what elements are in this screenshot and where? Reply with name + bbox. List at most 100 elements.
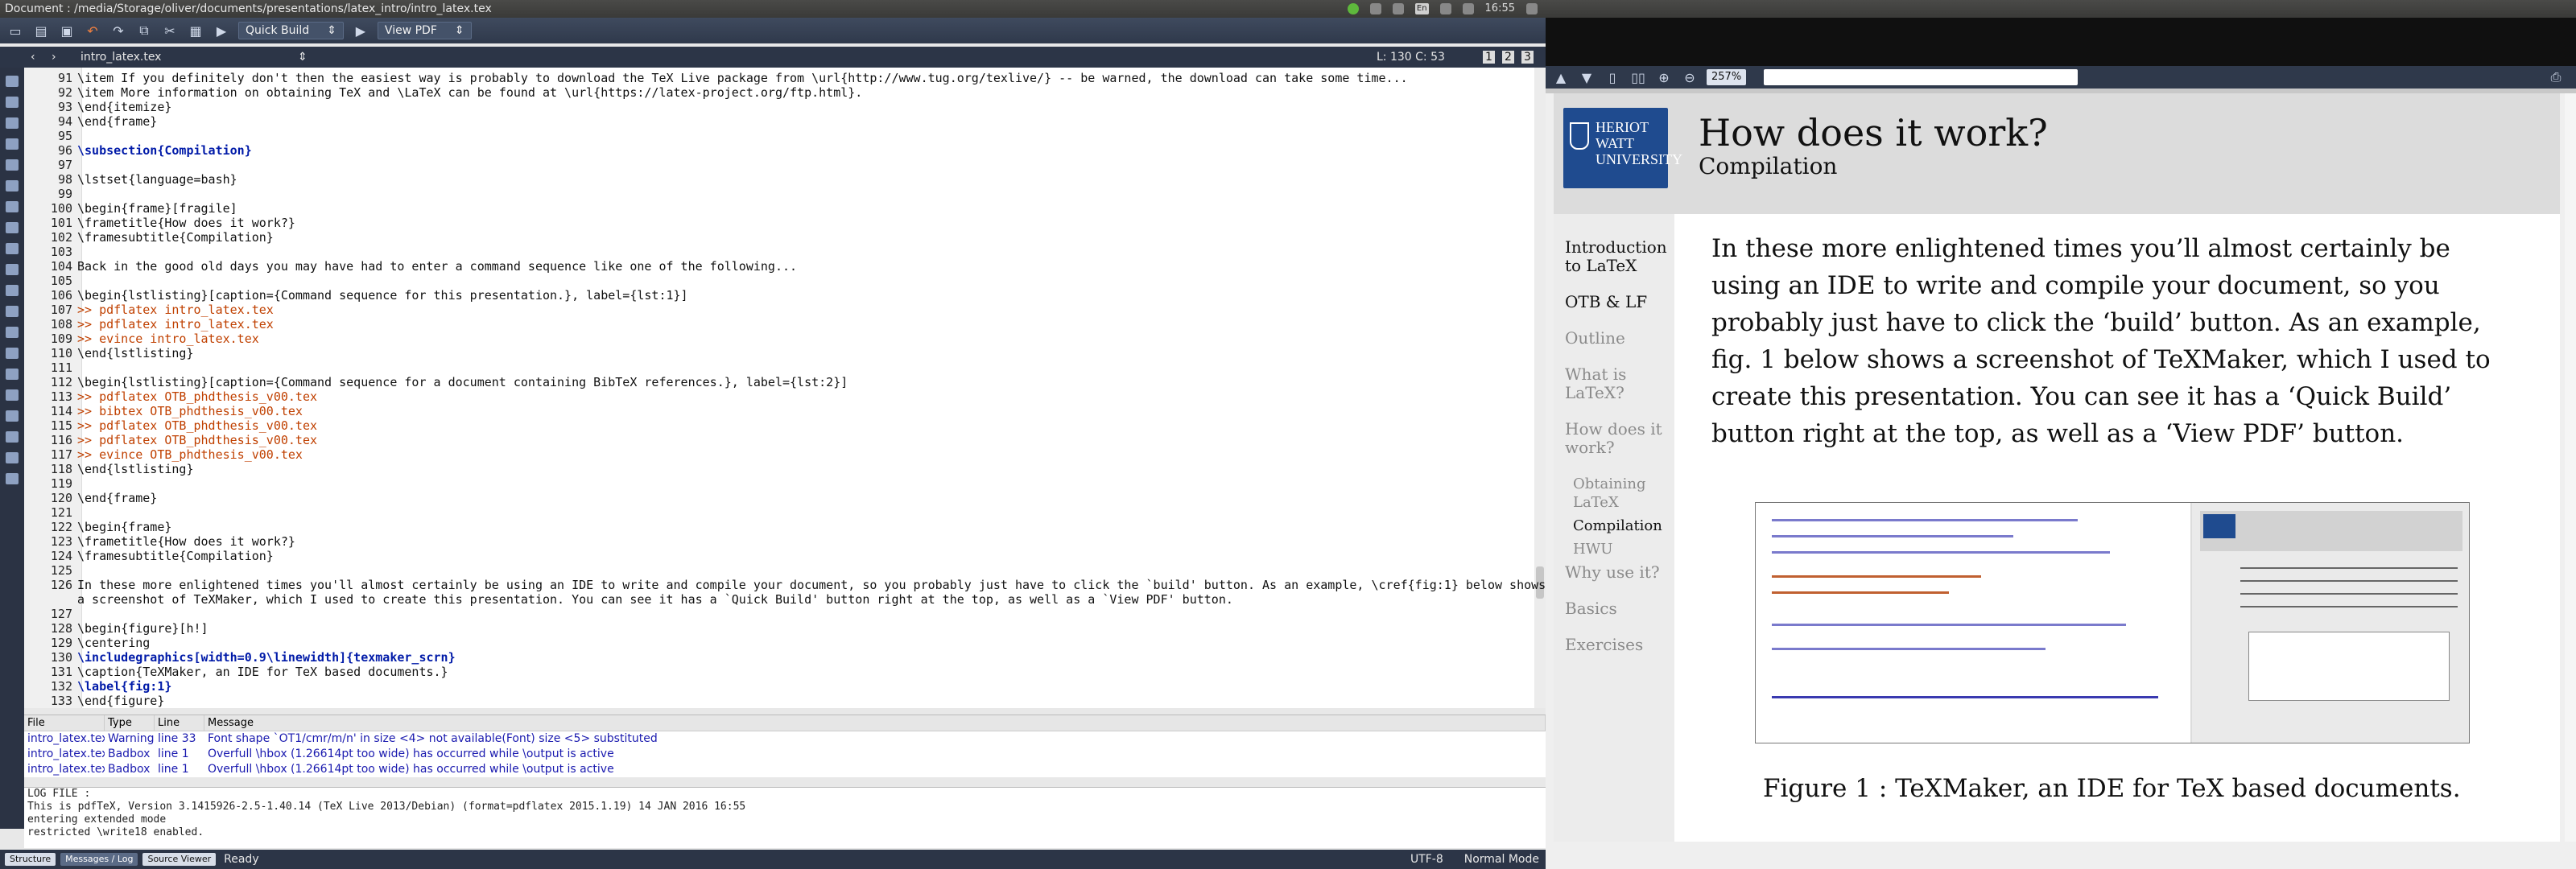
mail-icon[interactable] [1439, 3, 1451, 14]
code-line[interactable]: 97 [24, 158, 1546, 172]
code-line[interactable]: 109 >> evince intro_latex.tex [24, 332, 1546, 346]
code-editor[interactable]: 91 \item If you definitely don't then the… [24, 68, 1546, 708]
code-line[interactable]: 98 \lstset{language=bash} [24, 172, 1546, 187]
col-message[interactable]: Message [204, 715, 1546, 731]
next-page-icon[interactable]: ▼ [1578, 68, 1596, 86]
code-line[interactable]: 113 >> pdflatex OTB_phdthesis_v00.tex [24, 389, 1546, 404]
messages-log-tab[interactable]: Messages / Log [60, 853, 138, 866]
sidebar-icon[interactable] [6, 369, 19, 380]
sidebar-icon[interactable] [6, 243, 19, 254]
slide-nav-item[interactable]: What is LaTeX? [1554, 365, 1674, 402]
cut-icon[interactable]: ✂ [161, 22, 179, 39]
code-line[interactable]: 93 \end{itemize} [24, 100, 1546, 114]
code-line[interactable]: 128 \begin{figure}[h!] [24, 621, 1546, 636]
tab-filename[interactable]: intro_latex.tex [80, 47, 161, 68]
sidebar-icon[interactable] [6, 348, 19, 359]
view-run-icon[interactable]: ▶ [352, 22, 369, 39]
slide-nav-item[interactable]: How does it work? [1554, 420, 1674, 457]
sidebar-icon[interactable] [6, 431, 19, 443]
slide-nav-item[interactable]: OTB & LF [1554, 293, 1674, 311]
code-line[interactable]: 117 >> evince OTB_phdthesis_v00.tex [24, 447, 1546, 462]
log-panel[interactable]: LOG FILE : This is pdfTeX, Version 3.141… [24, 787, 1546, 848]
view-pdf-select[interactable]: View PDF ⇕ [377, 22, 472, 39]
zoom-select[interactable]: 257% [1707, 69, 1747, 85]
code-line[interactable]: 92 \item More information on obtaining Te… [24, 85, 1546, 100]
sidebar-icon[interactable] [6, 264, 19, 275]
slide-nav-item[interactable]: Why use it? [1554, 563, 1674, 582]
code-line[interactable]: 111 [24, 360, 1546, 375]
code-line[interactable]: 106 \begin{lstlisting}[caption={Command s… [24, 288, 1546, 303]
code-line[interactable]: 102 \framesubtitle{Compilation} [24, 230, 1546, 245]
tab-list-chevron-icon[interactable]: ⇕ [298, 47, 308, 68]
slide-nav-item[interactable]: Basics [1554, 599, 1674, 618]
zoom-out-icon[interactable]: ⊖ [1681, 68, 1699, 86]
col-file[interactable]: File [24, 715, 105, 731]
sidebar-icon[interactable] [6, 389, 19, 401]
sidebar-icon[interactable] [6, 222, 19, 233]
col-line[interactable]: Line [155, 715, 204, 731]
col-type[interactable]: Type [105, 715, 155, 731]
code-line[interactable]: 116 >> pdflatex OTB_phdthesis_v00.tex [24, 433, 1546, 447]
spotify-icon[interactable] [1347, 3, 1359, 14]
code-line[interactable]: 115 >> pdflatex OTB_phdthesis_v00.tex [24, 418, 1546, 433]
code-line[interactable]: 127 [24, 607, 1546, 621]
message-row[interactable]: intro_latex.tex Warning line 33 Font sha… [24, 731, 1546, 747]
tab-next-icon[interactable]: › [52, 47, 56, 68]
code-line[interactable]: 114 >> bibtex OTB_phdthesis_v00.tex [24, 404, 1546, 418]
power-icon[interactable] [1526, 3, 1538, 14]
open-file-icon[interactable]: ▤ [32, 22, 50, 39]
quick-build-run-icon[interactable]: ▶ [213, 22, 230, 39]
sidebar-icon[interactable] [6, 159, 19, 171]
code-line[interactable]: 131 \caption{TeXMaker, an IDE for TeX bas… [24, 665, 1546, 679]
sidebar-icon[interactable] [6, 473, 19, 484]
slide-nav-item[interactable]: Introduction to LaTeX [1554, 238, 1674, 275]
print-icon[interactable]: ⎙ [2547, 68, 2565, 86]
code-line[interactable]: 121 [24, 505, 1546, 520]
code-line[interactable]: 101 \frametitle{How does it work?} [24, 216, 1546, 230]
slide-nav-item[interactable]: HWU [1554, 540, 1674, 558]
viewer-search-input[interactable] [1764, 69, 2079, 85]
single-page-icon[interactable]: ▯ [1604, 68, 1621, 86]
structure-tab[interactable]: Structure [5, 853, 56, 866]
code-line[interactable]: 100 \begin{frame}[fragile] [24, 201, 1546, 216]
code-line[interactable]: a screenshot of TeXMaker, which I used t… [24, 592, 1546, 607]
copy-icon[interactable]: ⧉ [135, 22, 153, 39]
slide-nav-item[interactable]: Exercises [1554, 636, 1674, 654]
slide-nav-item[interactable]: Obtaining LaTeX [1554, 475, 1674, 512]
code-line[interactable]: 91 \item If you definitely don't then the… [24, 71, 1546, 85]
sidebar-icon[interactable] [6, 97, 19, 108]
code-line[interactable]: 133 \end{figure} [24, 694, 1546, 708]
wifi-icon[interactable] [1392, 3, 1404, 14]
sidebar-icon[interactable] [6, 285, 19, 296]
sidebar-icon[interactable] [6, 327, 19, 338]
sidebar-icon[interactable] [6, 452, 19, 463]
code-line[interactable]: 130 \includegraphics[width=0.9\linewidth]… [24, 650, 1546, 665]
view-3-button[interactable]: 3 [1521, 51, 1534, 64]
sidebar-icon[interactable] [6, 117, 19, 129]
code-line[interactable]: 120 \end{frame} [24, 491, 1546, 505]
zoom-in-icon[interactable]: ⊕ [1655, 68, 1673, 86]
volume-icon[interactable] [1462, 3, 1474, 14]
source-viewer-tab[interactable]: Source Viewer [142, 853, 217, 866]
code-line[interactable]: 132 \label{fig:1} [24, 679, 1546, 694]
code-line[interactable]: 107 >> pdflatex intro_latex.tex [24, 303, 1546, 317]
code-line[interactable]: 119 [24, 476, 1546, 491]
sidebar-icon[interactable] [6, 306, 19, 317]
code-line[interactable]: 126 In these more enlightened times you'l… [24, 578, 1546, 592]
view-2-button[interactable]: 2 [1502, 51, 1514, 64]
slide-nav-item[interactable]: Outline [1554, 329, 1674, 348]
code-line[interactable]: 123 \frametitle{How does it work?} [24, 534, 1546, 549]
code-line[interactable]: 99 [24, 187, 1546, 201]
code-line[interactable]: 122 \begin{frame} [24, 520, 1546, 534]
code-line[interactable]: 95 [24, 129, 1546, 143]
save-icon[interactable]: ▣ [58, 22, 76, 39]
code-line[interactable]: 124 \framesubtitle{Compilation} [24, 549, 1546, 563]
code-line[interactable]: 118 \end{lstlisting} [24, 462, 1546, 476]
paste-icon[interactable]: ▦ [187, 22, 204, 39]
viewer-scrollbar[interactable] [2565, 93, 2576, 842]
message-row[interactable]: intro_latex.tex Badbox line 1 Overfull \… [24, 747, 1546, 762]
code-line[interactable]: 125 [24, 563, 1546, 578]
sidebar-icon[interactable] [6, 180, 19, 192]
new-file-icon[interactable]: ▭ [6, 22, 24, 39]
tab-prev-icon[interactable]: ‹ [31, 47, 35, 68]
